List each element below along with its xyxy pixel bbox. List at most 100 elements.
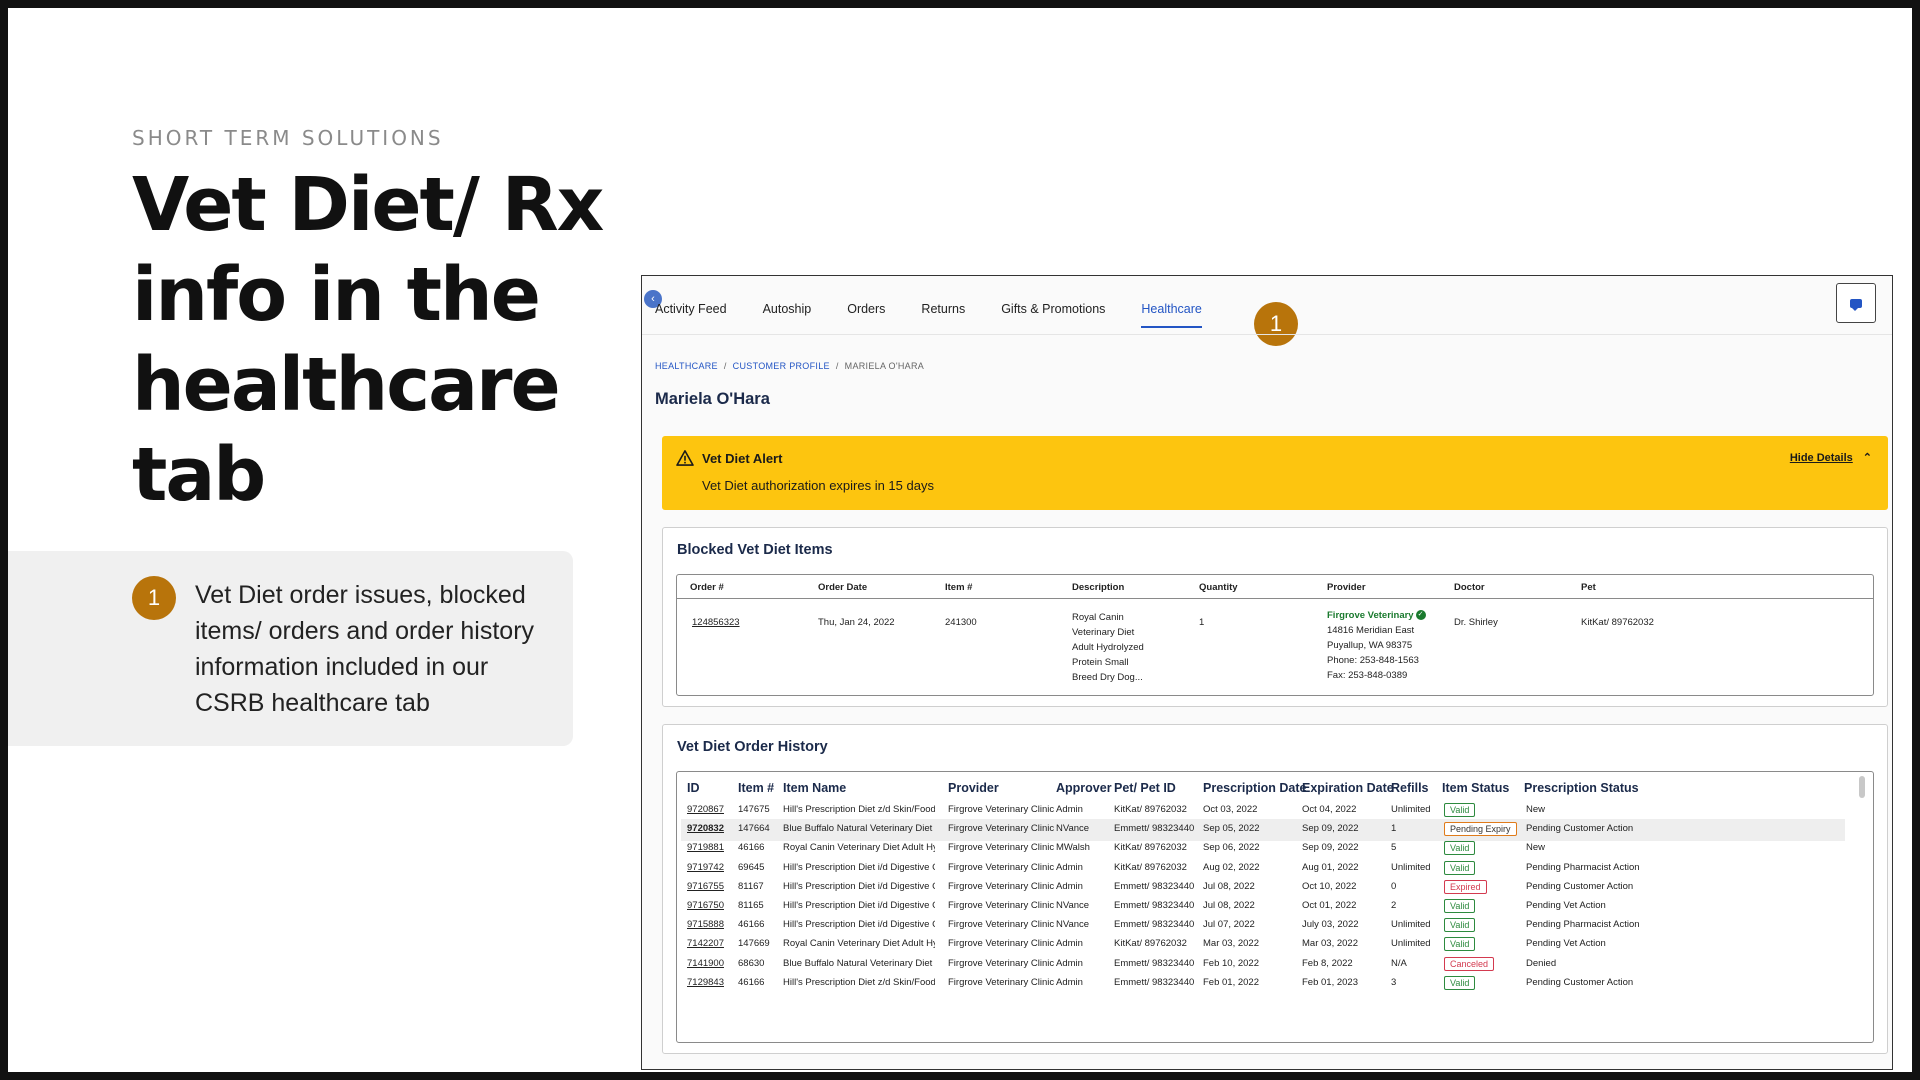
provider-name: Firgrove Veterinary Clinic	[948, 919, 1055, 931]
warning-icon	[676, 450, 694, 466]
header-divider	[642, 334, 1892, 335]
order-id-link[interactable]: 9716755	[687, 881, 724, 892]
pet-id: Emmett/ 98323440	[1114, 919, 1195, 931]
prescription-status: Pending Customer Action	[1526, 823, 1634, 835]
breadcrumb-current: MARIELA O'HARA	[844, 361, 925, 371]
item-name: Blue Buffalo Natural Veterinary Diet K..…	[783, 823, 935, 835]
approver: NVance	[1056, 919, 1090, 931]
description-line: Breed Dry Dog...	[1072, 672, 1143, 683]
pet-id: Emmett/ 98323440	[1114, 900, 1195, 911]
item-status-badge: Valid	[1444, 937, 1476, 952]
item-number: 147669	[738, 938, 770, 950]
item-number: 46166	[738, 919, 765, 931]
description-line: Royal Canin	[1072, 612, 1124, 623]
item-number: 69645	[738, 861, 765, 873]
table-header: ID Item # Item Name Provider Approver Pe…	[677, 772, 1873, 798]
prescription-date: Feb 01, 2022	[1203, 976, 1259, 988]
table-scrollbar[interactable]	[1859, 776, 1865, 798]
pet-id: KitKat/ 89762032	[1114, 938, 1187, 950]
breadcrumb-healthcare[interactable]: HEALTHCARE	[655, 361, 718, 371]
item-number: 68630	[738, 957, 765, 969]
item-number: 241300	[945, 617, 977, 628]
column-header: Order #	[690, 582, 724, 593]
column-header: Provider	[948, 781, 999, 795]
order-id-link[interactable]: 9715888	[687, 919, 724, 930]
table-header: Order # Order Date Item # Description Qu…	[677, 575, 1873, 599]
approver: NVance	[1056, 900, 1090, 911]
order-id-link[interactable]: 7129843	[687, 977, 724, 988]
callout-text: Vet Diet order issues, blocked items/ or…	[195, 581, 535, 717]
item-status-badge: Valid	[1444, 841, 1476, 856]
refills: N/A	[1391, 957, 1407, 969]
blocked-items-card: Blocked Vet Diet Items Order # Order Dat…	[662, 527, 1888, 707]
chat-button[interactable]	[1836, 283, 1876, 323]
expiration-date: Oct 04, 2022	[1302, 804, 1357, 815]
refills: Unlimited	[1391, 938, 1431, 950]
chevron-up-icon[interactable]: ⌃	[1863, 451, 1872, 464]
tab-activity-feed[interactable]: Activity Feed	[655, 292, 727, 328]
column-header: Item #	[738, 781, 775, 795]
column-header: Order Date	[818, 582, 868, 593]
table-row[interactable]: 7129843 46166 Hill's Prescription Diet z/d…	[681, 973, 1845, 995]
quantity: 1	[1199, 617, 1205, 628]
provider-name: Firgrove Veterinary Clinic	[948, 842, 1055, 854]
prescription-status: Pending Customer Action	[1526, 976, 1634, 988]
order-id-link[interactable]: 9720867	[687, 804, 724, 815]
tab-orders[interactable]: Orders	[847, 292, 885, 328]
column-header: Quantity	[1199, 582, 1238, 593]
vet-diet-alert: Vet Diet Alert Vet Diet authorization ex…	[662, 436, 1888, 510]
tab-gifts-promotions[interactable]: Gifts & Promotions	[1001, 292, 1105, 328]
column-header: Description	[1072, 582, 1125, 593]
prescription-date: Mar 03, 2022	[1203, 938, 1259, 950]
order-id-link[interactable]: 9716750	[687, 900, 724, 911]
item-name: Hill's Prescription Diet i/d Digestive C…	[783, 919, 935, 931]
order-link[interactable]: 124856323	[692, 615, 740, 630]
description-line: Adult Hydrolyzed	[1072, 642, 1144, 653]
order-id-link[interactable]: 9720832	[687, 823, 724, 834]
pet-id: Emmett/ 98323440	[1114, 957, 1195, 969]
order-id-link[interactable]: 7141900	[687, 958, 724, 969]
tab-returns[interactable]: Returns	[921, 292, 965, 328]
tab-healthcare[interactable]: Healthcare	[1141, 292, 1202, 328]
provider-name: Firgrove Veterinary Clinic	[948, 938, 1055, 950]
callout-number-badge: 1	[132, 576, 176, 620]
order-id-link[interactable]: 9719881	[687, 842, 724, 853]
column-header: Pet/ Pet ID	[1114, 781, 1176, 795]
expiration-date: Oct 10, 2022	[1302, 880, 1357, 892]
slide: SHORT TERM SOLUTIONS Vet Diet/ Rx info i…	[8, 8, 1912, 1072]
alert-title: Vet Diet Alert	[702, 451, 783, 466]
hide-details-link[interactable]: Hide Details ⌃	[1790, 451, 1872, 464]
description-line: Protein Small	[1072, 657, 1129, 668]
order-id-link[interactable]: 9719742	[687, 862, 724, 873]
prescription-date: Oct 03, 2022	[1203, 804, 1258, 815]
column-header: Expiration Date	[1302, 781, 1394, 795]
breadcrumb: HEALTHCARE / CUSTOMER PROFILE / MARIELA O'HA…	[655, 361, 924, 371]
refills: Unlimited	[1391, 804, 1431, 815]
breadcrumb-customer-profile[interactable]: CUSTOMER PROFILE	[733, 361, 830, 371]
prescription-status: Pending Vet Action	[1526, 900, 1606, 911]
order-history-table: ID Item # Item Name Provider Approver Pe…	[676, 771, 1874, 1043]
tab-autoship[interactable]: Autoship	[763, 292, 812, 328]
provider-name: Firgrove Veterinary Clinic	[948, 957, 1055, 969]
item-number: 147675	[738, 804, 770, 815]
item-number: 46166	[738, 842, 765, 854]
verified-check-icon: ✓	[1415, 610, 1426, 621]
item-name: Blue Buffalo Natural Veterinary Diet H..…	[783, 957, 935, 969]
pet-info: KitKat/ 89762032	[1581, 617, 1654, 628]
prescription-status: New	[1526, 842, 1546, 854]
provider-name: Firgrove Veterinary Clinic	[948, 823, 1055, 835]
item-name: Hill's Prescription Diet z/d Skin/Food S…	[783, 804, 935, 815]
prescription-date: Aug 02, 2022	[1203, 861, 1260, 873]
order-id-link[interactable]: 7142207	[687, 938, 724, 949]
item-number: 147664	[738, 823, 770, 835]
prescription-date: Sep 05, 2022	[1203, 823, 1260, 835]
expiration-date: Sep 09, 2022	[1302, 842, 1359, 854]
item-status-badge: Canceled	[1444, 956, 1495, 971]
hide-details-label[interactable]: Hide Details	[1790, 452, 1853, 464]
prescription-status: Pending Pharmacist Action	[1526, 861, 1640, 873]
provider-fax: Fax: 253-848-0389	[1327, 670, 1408, 681]
provider-name: Firgrove Veterinary Clinic	[948, 804, 1055, 815]
column-header: Item #	[945, 582, 973, 593]
pet-id: KitKat/ 89762032	[1114, 861, 1187, 873]
callout-box: 1 Vet Diet order issues, blocked items/ …	[8, 551, 573, 746]
